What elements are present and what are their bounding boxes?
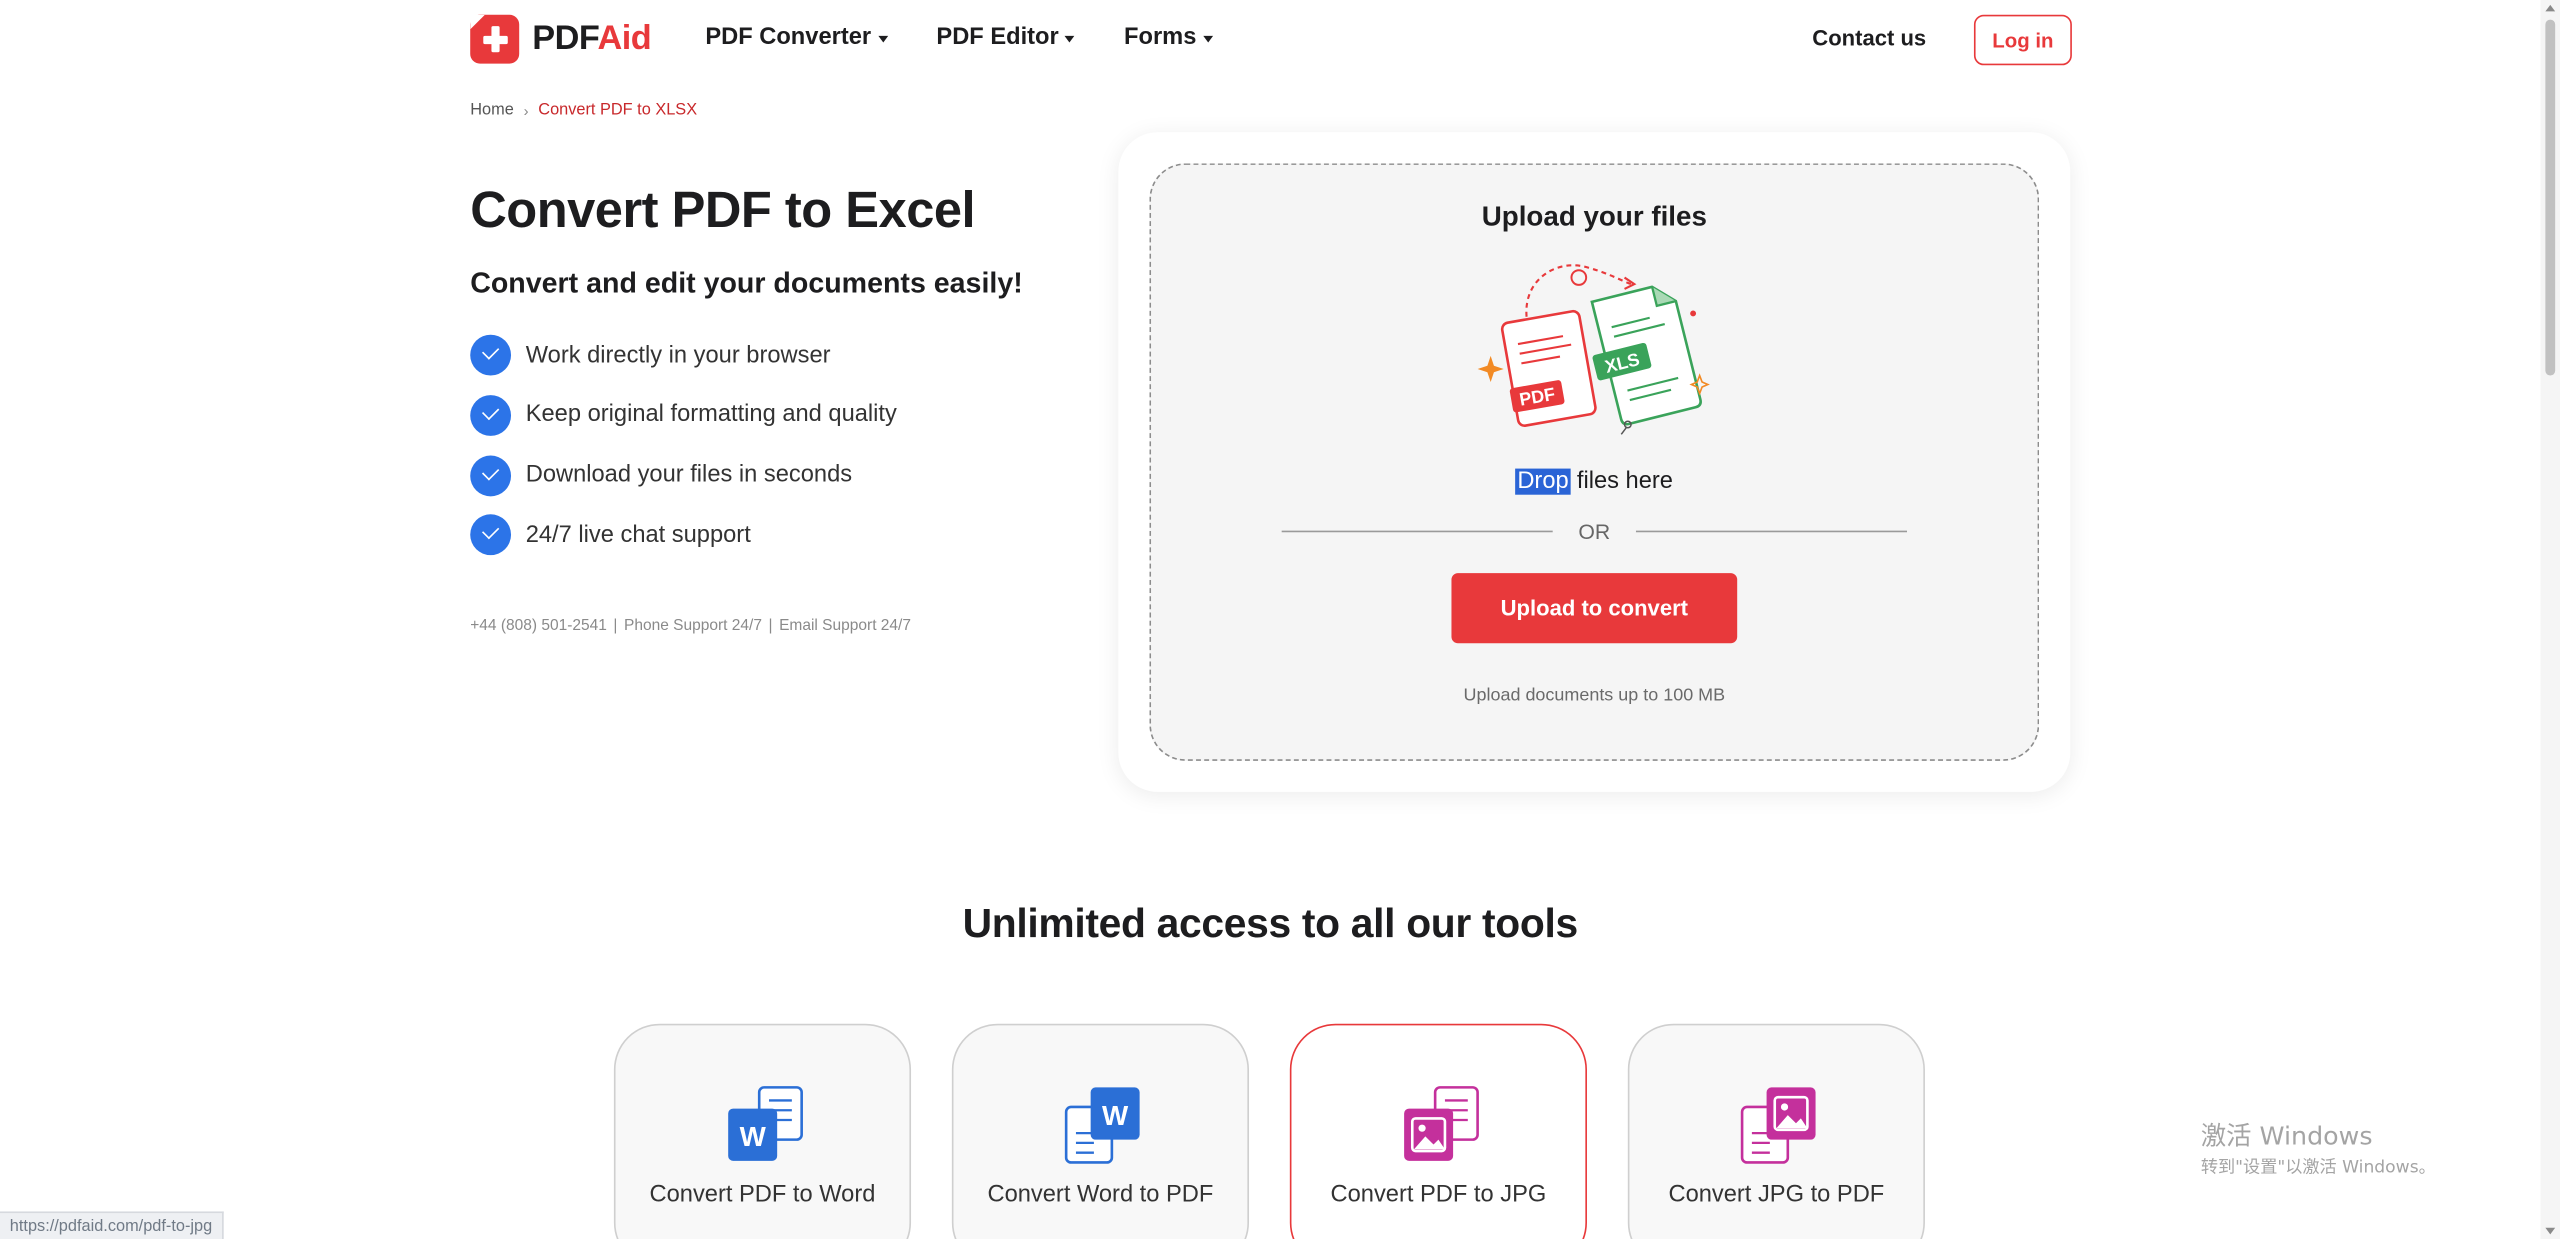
jpg-to-pdf-icon bbox=[1740, 1087, 1816, 1164]
watermark-line2: 转到"设置"以激活 Windows。 bbox=[2200, 1157, 2436, 1178]
scrollbar-thumb[interactable] bbox=[2545, 19, 2556, 376]
tool-label: Convert PDF to Word bbox=[649, 1182, 876, 1209]
tool-card-pdf-to-jpg[interactable]: Convert PDF to JPG bbox=[1289, 1023, 1587, 1239]
drop-zone[interactable] bbox=[1149, 163, 2040, 761]
upload-title: Upload your files bbox=[1481, 200, 1707, 232]
pdf-to-xls-illustration: PDF XLS bbox=[1477, 264, 1710, 435]
upload-to-convert-button[interactable]: Upload to convert bbox=[1451, 573, 1738, 644]
contact-link[interactable]: Contact us bbox=[1812, 26, 1926, 50]
feature-item: Keep original formatting and quality bbox=[470, 394, 897, 436]
tool-card-word-to-pdf[interactable]: W Convert Word to PDF bbox=[951, 1023, 1250, 1239]
tool-card-jpg-to-pdf[interactable]: Convert JPG to PDF bbox=[1627, 1023, 1925, 1239]
tool-label: Convert PDF to JPG bbox=[1330, 1182, 1547, 1209]
or-label: OR bbox=[1578, 519, 1611, 544]
feature-text: 24/7 live chat support bbox=[525, 522, 751, 549]
drop-rest: files here bbox=[1570, 468, 1673, 495]
page-subtitle: Convert and edit your documents easily! bbox=[470, 266, 1023, 299]
feature-text: Download your files in seconds bbox=[525, 462, 853, 489]
breadcrumb-current: Convert PDF to XLSX bbox=[538, 101, 698, 120]
feature-item: Work directly in your browser bbox=[470, 334, 897, 376]
pdf-to-word-icon: W bbox=[728, 1086, 803, 1161]
feature-item: 24/7 live chat support bbox=[470, 514, 897, 556]
caret-down-icon bbox=[1065, 35, 1076, 43]
divider-line bbox=[1281, 530, 1553, 533]
pdf-to-jpg-icon bbox=[1404, 1086, 1479, 1161]
word-letter: W bbox=[1102, 1100, 1129, 1131]
divider: | bbox=[613, 617, 618, 636]
scroll-up-icon[interactable] bbox=[2545, 4, 2556, 12]
nav-pdf-editor[interactable]: PDF Editor bbox=[936, 24, 1076, 51]
logo-icon bbox=[470, 14, 520, 64]
divider-line bbox=[1636, 530, 1907, 533]
breadcrumb-home[interactable]: Home bbox=[470, 101, 514, 119]
nav-forms[interactable]: Forms bbox=[1124, 24, 1213, 51]
vertical-scrollbar[interactable] bbox=[2540, 0, 2560, 1239]
support-email-note: Email Support 24/7 bbox=[779, 617, 911, 636]
or-divider: OR bbox=[1281, 519, 1907, 544]
support-phone[interactable]: +44 (808) 501-2541 bbox=[470, 617, 607, 635]
windows-activation-watermark: 激活 Windows 转到"设置"以激活 Windows。 bbox=[2201, 1117, 2436, 1179]
nav-label: PDF Editor bbox=[936, 24, 1059, 51]
breadcrumb: Home › Convert PDF to XLSX bbox=[470, 101, 697, 119]
upload-size-note: Upload documents up to 100 MB bbox=[1463, 685, 1726, 706]
main-nav: PDF Converter PDF Editor Forms bbox=[705, 24, 1213, 51]
caret-down-icon bbox=[1202, 35, 1213, 43]
check-circle-icon bbox=[470, 394, 512, 436]
nav-label: Forms bbox=[1124, 24, 1197, 51]
tool-card-pdf-to-word[interactable]: W Convert PDF to Word bbox=[613, 1023, 912, 1239]
page-title: Convert PDF to Excel bbox=[470, 181, 976, 239]
tools-section-title: Unlimited access to all our tools bbox=[962, 901, 1579, 947]
chevron-right-icon: › bbox=[523, 102, 529, 119]
drop-highlight: Drop bbox=[1515, 468, 1571, 495]
check-circle-icon bbox=[470, 454, 512, 496]
feature-list: Work directly in your browser Keep origi… bbox=[470, 334, 897, 575]
tool-label: Convert JPG to PDF bbox=[1668, 1182, 1885, 1209]
feature-text: Keep original formatting and quality bbox=[525, 402, 897, 429]
scroll-down-icon[interactable] bbox=[2545, 1227, 2556, 1235]
drop-files-text: Drop files here bbox=[1118, 468, 2070, 495]
support-phone-note: Phone Support 24/7 bbox=[623, 617, 762, 636]
logo-text: PDFAid bbox=[532, 19, 652, 58]
watermark-line1: 激活 Windows bbox=[2200, 1121, 2373, 1152]
tool-label: Convert Word to PDF bbox=[987, 1182, 1214, 1209]
logo[interactable]: PDFAid bbox=[470, 14, 652, 64]
support-info: +44 (808) 501-2541 | Phone Support 24/7 … bbox=[470, 617, 911, 635]
word-letter: W bbox=[740, 1121, 767, 1152]
login-button[interactable]: Log in bbox=[1973, 14, 2072, 66]
divider: | bbox=[768, 617, 773, 636]
nav-pdf-converter[interactable]: PDF Converter bbox=[705, 24, 888, 51]
word-to-pdf-icon: W bbox=[1064, 1087, 1140, 1164]
caret-down-icon bbox=[877, 35, 888, 43]
page: PDFAid PDF Converter PDF Editor Forms Co… bbox=[0, 0, 2560, 1239]
feature-item: Download your files in seconds bbox=[470, 454, 897, 496]
check-circle-icon bbox=[470, 334, 512, 376]
status-bar-url: https://pdfaid.com/pdf-to-jpg bbox=[0, 1211, 224, 1239]
check-circle-icon bbox=[470, 514, 512, 556]
feature-text: Work directly in your browser bbox=[525, 342, 831, 369]
nav-label: PDF Converter bbox=[705, 24, 872, 51]
